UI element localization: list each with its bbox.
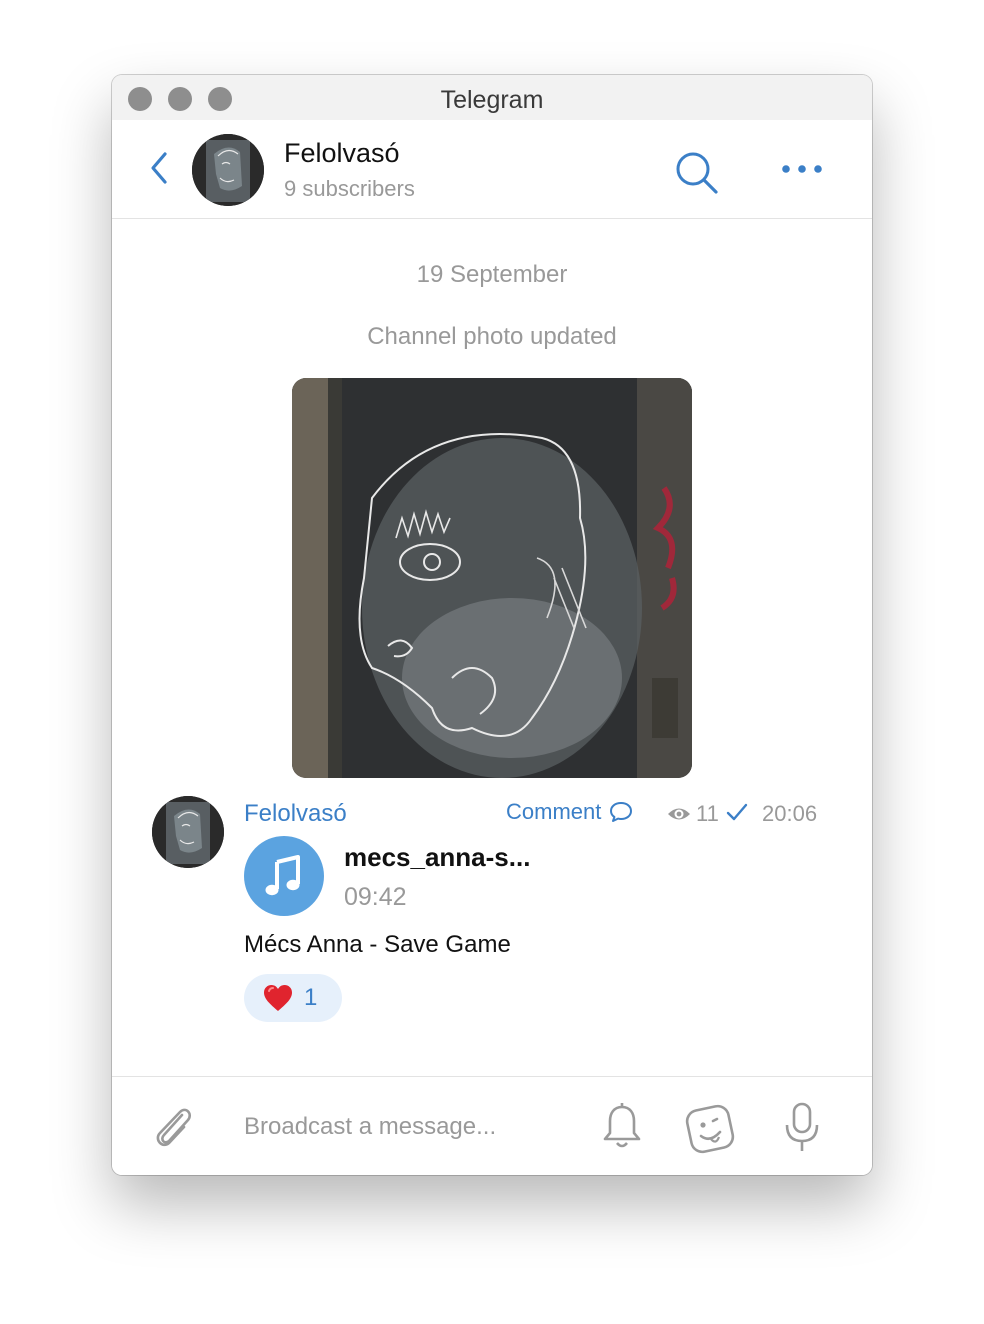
audio-duration: 09:42 [344,883,407,911]
chalk-drawing-image [292,378,692,778]
message-sender-avatar[interactable] [152,796,224,868]
chat-header: Felolvasó 9 subscribers [112,120,872,219]
comment-bubble-icon [610,802,633,822]
search-icon[interactable] [674,150,720,196]
eye-icon [668,808,690,820]
heart-icon [264,985,292,1011]
view-count: 11 [696,801,719,826]
title-bar: Telegram [112,75,872,120]
message-input[interactable] [244,1107,574,1147]
music-note-icon [265,855,300,896]
sender-avatar-image [152,796,224,868]
audio-play-button[interactable] [244,836,324,916]
comment-label: Comment [506,799,602,824]
reaction-count: 1 [304,984,318,1011]
service-message: Channel photo updated [367,323,617,350]
message-sender-name[interactable]: Felolvasó [244,800,347,828]
back-chevron-icon[interactable] [146,150,174,186]
message-caption: Mécs Anna - Save Game [244,931,511,958]
view-counter: 11 [666,801,719,827]
comment-button[interactable]: Comment [506,799,633,825]
bell-icon[interactable] [600,1101,644,1151]
microphone-icon[interactable] [782,1101,822,1153]
sent-check-icon [726,803,748,821]
subscriber-count: 9 subscribers [284,176,415,201]
channel-name[interactable]: Felolvasó [284,138,400,169]
window-title: Telegram [440,86,544,114]
sticker-icon[interactable] [684,1101,738,1155]
date-separator: 19 September [416,261,568,288]
message-time: 20:06 [762,801,818,826]
channel-photo[interactable] [292,378,692,778]
more-dots-icon[interactable] [780,158,824,180]
channel-avatar-image [192,134,264,206]
audio-file-name[interactable]: mecs_anna-s... [344,842,530,873]
reaction-chip[interactable]: 1 [244,974,342,1022]
paperclip-icon[interactable] [150,1101,196,1151]
message-composer [112,1076,872,1175]
telegram-window: Telegram Felolvasó 9 subscribers 19 Sept… [112,75,872,1175]
channel-avatar[interactable] [192,134,264,206]
